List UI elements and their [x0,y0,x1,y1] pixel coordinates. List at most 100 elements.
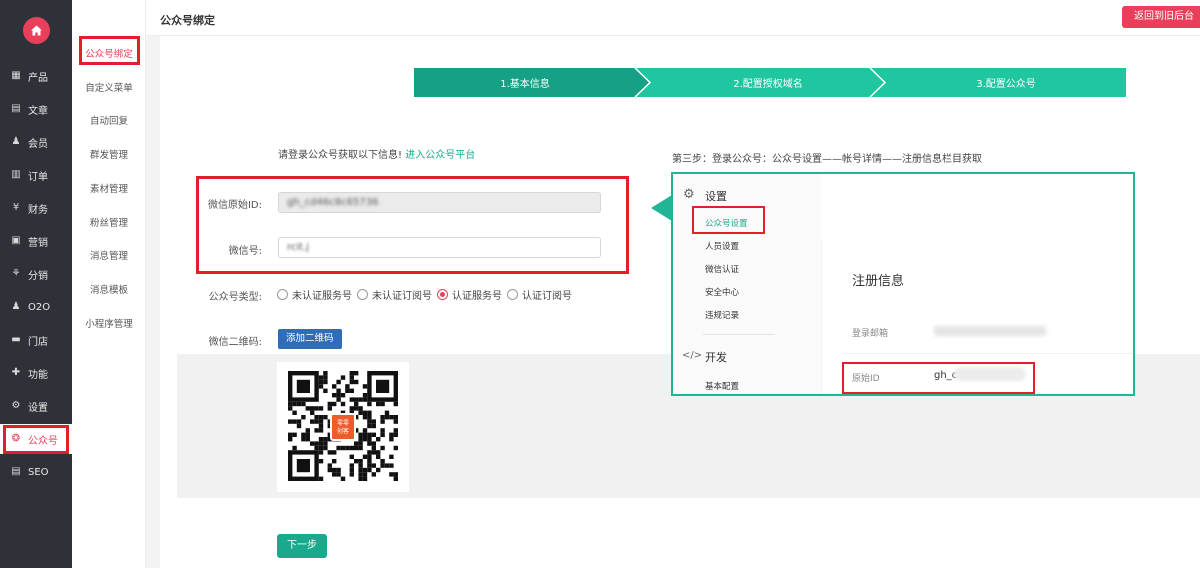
nav-item-1[interactable]: ▤ 文章 [0,94,72,124]
highlight-box-subnav [79,36,140,65]
page-header: 公众号绑定 返回到旧后台 [146,0,1200,36]
step-progress: 1.基本信息 2.配置授权域名 3.配置公众号 [414,68,1126,97]
step-1: 1.基本信息 [500,79,550,90]
back-to-old-admin-button[interactable]: 返回到旧后台 [1122,6,1200,28]
next-step-button[interactable]: 下一步 [277,534,327,558]
nav-item-label: O2O [28,301,51,313]
subnav-item-5[interactable]: 粉丝管理 [72,215,146,229]
nav-item-4[interactable]: ¥ 财务 [0,193,72,223]
tree-icon: ⚘ [11,268,21,279]
nav-item-label: 财务 [28,204,48,216]
help-screenshot-panel: ⚙ 设置 公众号设置 人员设置 微信认证 安全中心 违规记录 </> 开发 基本配置 注… [671,172,1135,396]
radio-circle [357,289,368,300]
nav-item-5[interactable]: ▣ 营销 [0,226,72,256]
add-qr-code-button[interactable]: 添加二维码 [278,329,342,349]
nav-item-0[interactable]: ▦ 产品 [0,61,72,91]
main-nav: ▦ 产品 ▤ 文章 ♟ 会员 ▥ 订单 ¥ 财务 ▣ 营销 ⚘ 分销 ♟ O2O ▬ 门店 ✚ 功能 ⚙ 设置 ❂ 公众号 ▤ S… [0,0,72,568]
highlight-box-form [196,176,629,274]
subnav-item-4[interactable]: 素材管理 [72,181,146,195]
nav-item-label: SEO [28,466,49,478]
help-settings-item-4: 违规记录 [705,311,740,321]
radio-unverified-subscription[interactable]: 未认证订阅号 [357,287,432,302]
qr-logo-text-1: 零零 [336,420,349,427]
nav-item-label: 会员 [28,138,48,150]
nav-item-label: 分销 [28,270,48,282]
step-2: 2.配置授权域名 [733,79,803,90]
help-reg-title: 注册信息 [852,274,905,289]
highlight-box-settings [692,206,765,234]
qr-code-image: 零零 创客 [277,362,409,492]
sub-nav: 公众号绑定 自定义菜单 自动回复 群发管理 素材管理 粉丝管理 消息管理 消息模板 小程序管理 [72,0,146,568]
intro-message: 请登录公众号获取以下信息! [278,150,403,161]
radio-label: 未认证订阅号 [372,291,432,302]
nav-item-label: 订单 [28,171,48,183]
nav-item-label: 门店 [28,336,48,348]
page-title: 公众号绑定 [160,14,215,27]
code-icon: </> [682,350,703,361]
qr-logo-text-2: 创客 [336,428,349,435]
help-divider [703,334,775,335]
nav-item-7[interactable]: ♟ O2O [0,292,72,322]
help-settings-item-1: 人员设置 [705,242,740,252]
help-caption: 第三步：登录公众号：公众号设置——帐号详情——注册信息栏目获取 [672,154,982,165]
qr-logo-badge: 零零 创客 [330,413,356,441]
radio-circle-selected [437,289,448,300]
nav-item-2[interactable]: ♟ 会员 [0,127,72,157]
nav-item-label: 文章 [28,105,48,117]
document-icon: ▤ [11,103,21,114]
highlight-box-nav [3,425,69,454]
subnav-item-7[interactable]: 消息模板 [72,282,146,296]
open-mp-platform-link[interactable]: 进入公众号平台 [405,150,475,161]
nav-item-3[interactable]: ▥ 订单 [0,160,72,190]
subnav-item-8[interactable]: 小程序管理 [72,316,146,330]
store-icon: ▬ [11,334,21,345]
help-pointer-icon [651,195,672,221]
subnav-item-3[interactable]: 群发管理 [72,147,146,161]
radio-circle [507,289,518,300]
nav-item-label: 设置 [28,402,48,414]
radio-verified-subscription[interactable]: 认证订阅号 [507,287,572,302]
help-settings-item-3: 安全中心 [705,288,740,298]
intro-text: 请登录公众号获取以下信息! 进入公众号平台 [278,146,475,161]
file-icon: ▤ [11,466,21,477]
nav-item-label: 产品 [28,72,48,84]
help-dev-item: 基本配置 [705,382,740,392]
nav-item-6[interactable]: ⚘ 分销 [0,259,72,289]
user-group-icon: ♟ [11,301,21,312]
radio-label: 认证服务号 [452,291,502,302]
help-settings-title: 设置 [705,190,727,203]
settings-gear-icon: ⚙ [683,187,695,202]
nav-item-10[interactable]: ⚙ 设置 [0,391,72,421]
nav-item-8[interactable]: ▬ 门店 [0,325,72,355]
nav-item-label: 功能 [28,369,48,381]
nav-item-9[interactable]: ✚ 功能 [0,358,72,388]
qr-code-label: 微信二维码: [208,337,262,348]
step-3: 3.配置公众号 [976,79,1036,90]
help-email-value-blurred [934,326,1046,336]
radio-unverified-service[interactable]: 未认证服务号 [277,287,352,302]
account-type-label: 公众号类型: [208,292,262,303]
help-email-label: 登录邮箱 [852,329,889,339]
user-icon: ♟ [11,136,21,147]
radio-verified-service[interactable]: 认证服务号 [437,287,502,302]
subnav-item-1[interactable]: 自定义菜单 [72,80,146,94]
order-icon: ▥ [11,169,21,180]
puzzle-icon: ✚ [11,367,21,378]
help-row-divider [842,353,1133,354]
nav-item-label: 营销 [28,237,48,249]
grid-icon: ▦ [11,70,21,81]
help-dev-title: 开发 [705,351,727,364]
radio-label: 认证订阅号 [522,291,572,302]
highlight-box-rawid [842,362,1035,394]
radio-circle [277,289,288,300]
radio-label: 未认证服务号 [292,291,352,302]
home-button[interactable] [23,17,50,44]
nav-item-12[interactable]: ▤ SEO [0,457,72,487]
subnav-item-2[interactable]: 自动回复 [72,113,146,127]
help-settings-item-2: 微信认证 [705,265,740,275]
gift-icon: ▣ [11,235,21,246]
account-type-radios: 未认证服务号 未认证订阅号 认证服务号 认证订阅号 [277,287,577,302]
gear-icon: ⚙ [11,400,21,411]
home-icon [31,25,42,36]
subnav-item-6[interactable]: 消息管理 [72,248,146,262]
